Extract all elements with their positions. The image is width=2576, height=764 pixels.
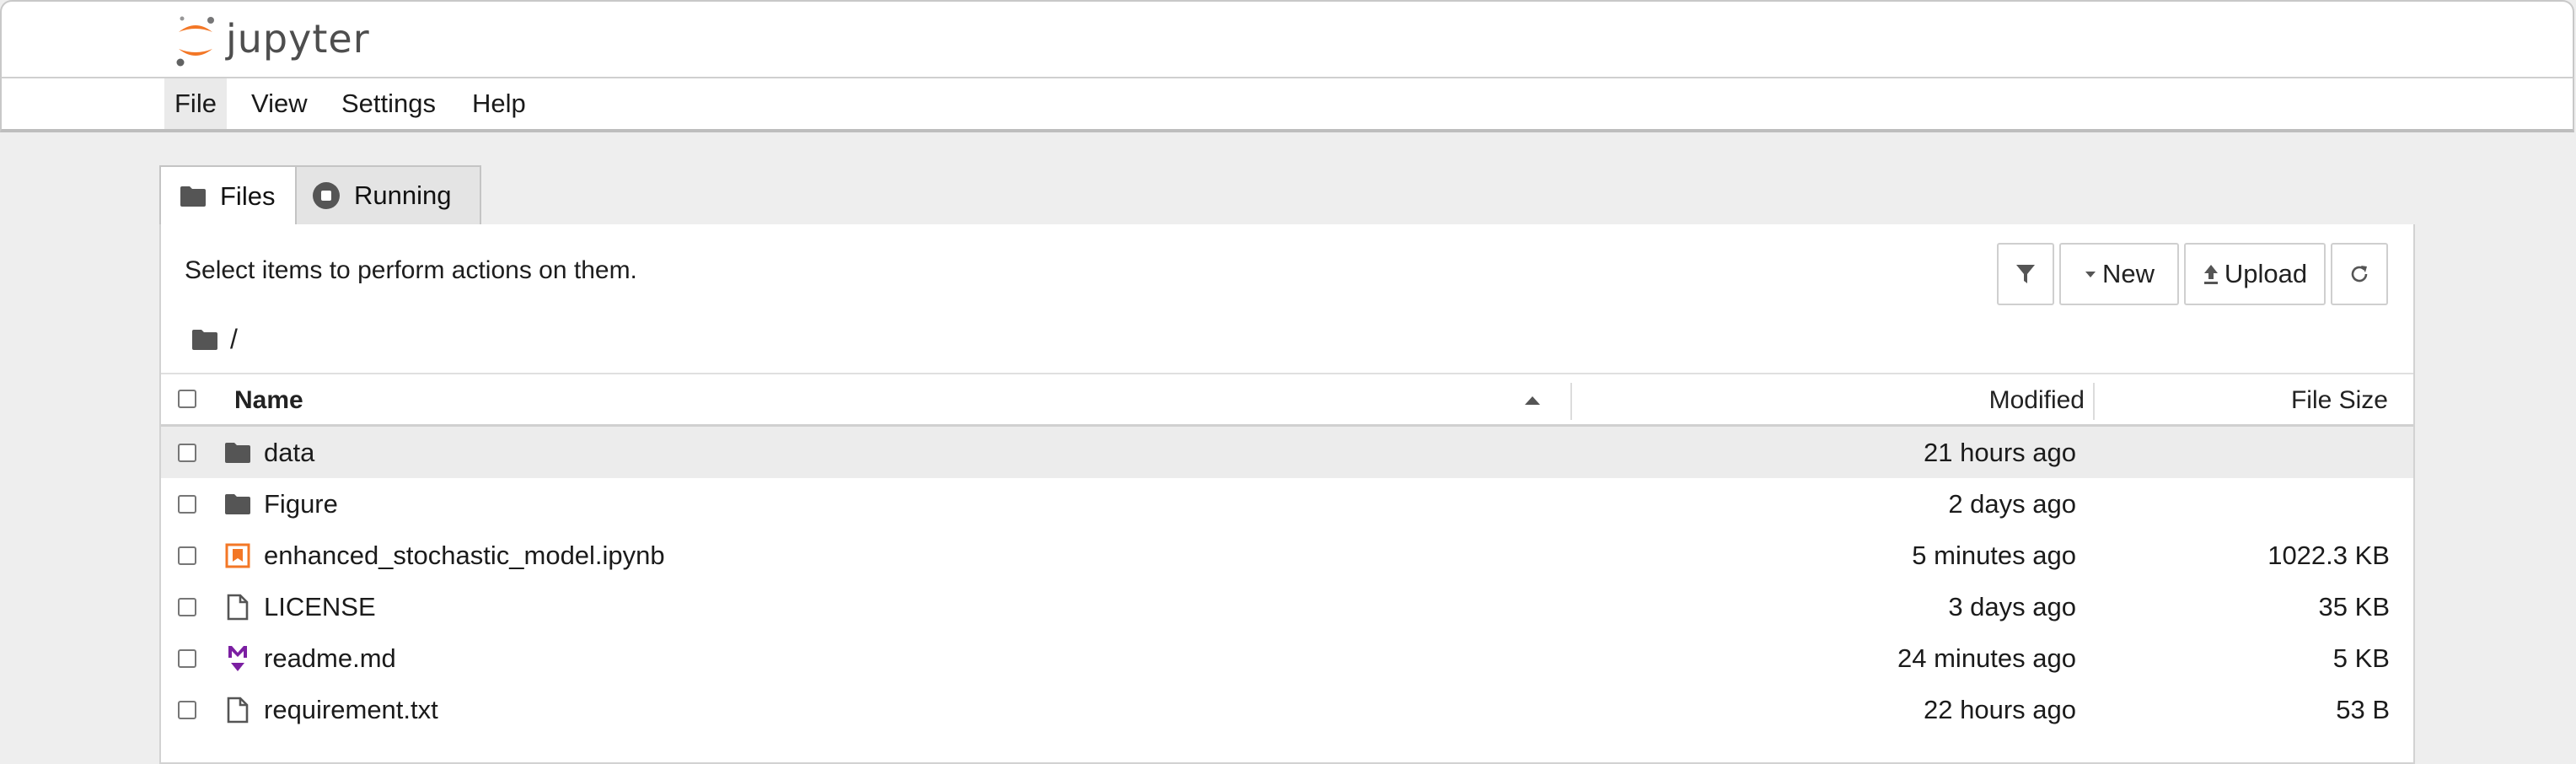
file-size: 1022.3 KB	[2267, 541, 2390, 570]
selection-hint: Select items to perform actions on them.	[185, 256, 637, 284]
column-divider[interactable]	[2093, 383, 2095, 420]
file-icon	[223, 696, 252, 724]
file-list-header: Name Modified File Size	[161, 373, 2413, 427]
menu-settings[interactable]: Settings	[331, 78, 446, 129]
menu-help[interactable]: Help	[462, 78, 536, 129]
column-file-size[interactable]: File Size	[2291, 374, 2388, 425]
breadcrumb: /	[191, 324, 238, 355]
file-row-data[interactable]: data 21 hours ago	[161, 427, 2413, 478]
file-size: 35 KB	[2318, 592, 2390, 621]
tab-files-label: Files	[220, 181, 276, 211]
column-divider[interactable]	[1570, 383, 1572, 420]
upload-button[interactable]: Upload	[2184, 243, 2326, 305]
file-name: LICENSE	[264, 592, 376, 621]
row-checkbox[interactable]	[178, 546, 196, 565]
row-checkbox[interactable]	[178, 598, 196, 616]
file-row-requirement[interactable]: requirement.txt 22 hours ago 53 B	[161, 684, 2413, 735]
filter-icon	[2016, 265, 2035, 283]
file-row-readme[interactable]: readme.md 24 minutes ago 5 KB	[161, 632, 2413, 684]
row-checkbox[interactable]	[178, 649, 196, 668]
filter-button[interactable]	[1997, 243, 2054, 305]
file-browser-panel: Select items to perform actions on them.…	[159, 224, 2415, 764]
refresh-button[interactable]	[2331, 243, 2388, 305]
file-row-license[interactable]: LICENSE 3 days ago 35 KB	[161, 581, 2413, 632]
file-name: enhanced_stochastic_model.ipynb	[264, 541, 665, 570]
file-modified: 24 minutes ago	[1897, 643, 2076, 673]
markdown-icon	[223, 644, 252, 673]
jupyter-logo-icon	[176, 16, 214, 67]
file-name: data	[264, 438, 315, 467]
file-row-figure[interactable]: Figure 2 days ago	[161, 478, 2413, 530]
tab-files[interactable]: Files	[159, 165, 297, 226]
menu-view[interactable]: View	[241, 78, 318, 129]
column-name[interactable]: Name	[234, 374, 303, 425]
file-name: requirement.txt	[264, 695, 438, 724]
select-all-checkbox[interactable]	[178, 390, 196, 408]
row-checkbox[interactable]	[178, 495, 196, 514]
file-name: Figure	[264, 489, 338, 519]
refresh-icon	[2351, 266, 2368, 282]
new-button-label: New	[2101, 259, 2155, 288]
file-name: readme.md	[264, 643, 396, 673]
folder-icon	[223, 490, 252, 519]
top-header: jupyter	[0, 0, 2574, 78]
folder-icon	[223, 438, 252, 467]
folder-icon[interactable]	[191, 329, 218, 351]
file-size: 5 KB	[2332, 643, 2390, 673]
file-modified: 3 days ago	[1948, 592, 2076, 621]
file-modified: 2 days ago	[1948, 489, 2076, 519]
row-checkbox[interactable]	[178, 701, 196, 719]
file-modified: 5 minutes ago	[1912, 541, 2076, 570]
breadcrumb-path[interactable]: /	[230, 324, 238, 355]
tab-running-label: Running	[354, 180, 452, 210]
menubar: File View Settings Help	[0, 78, 2574, 132]
logo-text: jupyter	[226, 16, 370, 62]
file-icon	[223, 593, 252, 621]
folder-icon	[180, 186, 206, 207]
menu-file[interactable]: File	[164, 78, 227, 129]
upload-button-label: Upload	[2224, 259, 2308, 288]
notebook-icon	[223, 541, 252, 570]
file-row-notebook[interactable]: enhanced_stochastic_model.ipynb 5 minute…	[161, 530, 2413, 581]
stop-circle-icon	[313, 182, 340, 209]
row-checkbox[interactable]	[178, 444, 196, 462]
new-button[interactable]: New	[2059, 243, 2179, 305]
file-size: 53 B	[2336, 695, 2390, 724]
jupyter-logo[interactable]: jupyter	[174, 13, 370, 67]
file-modified: 22 hours ago	[1924, 695, 2076, 724]
browser-toolbar: New Upload	[1997, 243, 2388, 305]
caret-down-icon	[2085, 272, 2096, 277]
column-modified[interactable]: Modified	[1989, 374, 2085, 425]
tab-running[interactable]: Running	[297, 165, 481, 226]
sort-ascending-icon	[1525, 396, 1540, 405]
upload-icon	[2203, 265, 2218, 284]
file-modified: 21 hours ago	[1924, 438, 2076, 467]
